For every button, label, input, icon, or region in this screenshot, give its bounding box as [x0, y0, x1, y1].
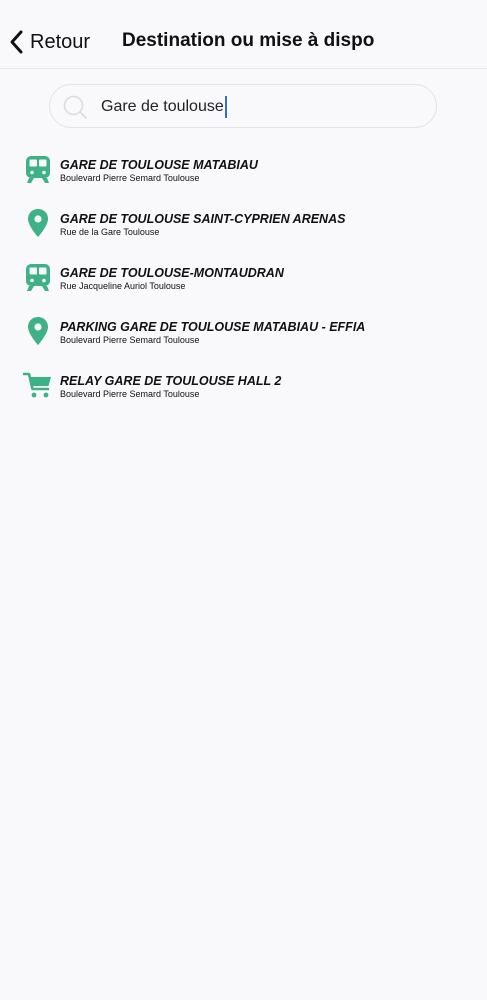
header: Retour Destination ou mise à dispo: [0, 0, 487, 69]
train-icon: [26, 156, 50, 183]
search-input-value: Gare de toulouse: [101, 98, 224, 115]
result-subtitle: Rue Jacqueline Auriol Toulouse: [60, 281, 186, 291]
text-caret: [224, 96, 227, 118]
list-item[interactable]: GARE DE TOULOUSE-MONTAUDRAN Rue Jacqueli…: [0, 258, 487, 312]
result-subtitle: Boulevard Pierre Semard Toulouse: [60, 173, 200, 183]
result-title: RELAY GARE DE TOULOUSE HALL 2: [60, 374, 282, 388]
list-item[interactable]: GARE DE TOULOUSE SAINT-CYPRIEN ARENAS Ru…: [0, 204, 487, 258]
map-pin-icon: [28, 209, 48, 237]
back-button[interactable]: Retour: [8, 27, 90, 57]
map-pin-icon: [28, 317, 48, 345]
list-item[interactable]: RELAY GARE DE TOULOUSE HALL 2 Boulevard …: [0, 366, 487, 420]
search-icon: [63, 95, 87, 119]
search-box[interactable]: Gare de toulouse: [49, 84, 437, 128]
list-item[interactable]: GARE DE TOULOUSE MATABIAU Boulevard Pier…: [0, 150, 487, 204]
result-title: GARE DE TOULOUSE MATABIAU: [60, 158, 258, 172]
results-list: GARE DE TOULOUSE MATABIAU Boulevard Pier…: [0, 150, 487, 420]
chevron-left-icon: [10, 30, 23, 54]
result-title: GARE DE TOULOUSE SAINT-CYPRIEN ARENAS: [60, 212, 346, 226]
back-label: Retour: [30, 30, 91, 53]
result-title: PARKING GARE DE TOULOUSE MATABIAU - EFFI…: [60, 320, 366, 334]
result-subtitle: Boulevard Pierre Semard Toulouse: [60, 335, 200, 345]
page-title: Destination ou mise à dispo: [122, 30, 375, 51]
train-icon: [26, 264, 50, 291]
result-subtitle: Boulevard Pierre Semard Toulouse: [60, 389, 200, 399]
result-title: GARE DE TOULOUSE-MONTAUDRAN: [60, 266, 284, 280]
list-item[interactable]: PARKING GARE DE TOULOUSE MATABIAU - EFFI…: [0, 312, 487, 366]
result-subtitle: Rue de la Gare Toulouse: [60, 227, 160, 237]
shopping-cart-icon: [23, 372, 51, 398]
search-input[interactable]: Gare de toulouse: [101, 94, 227, 120]
